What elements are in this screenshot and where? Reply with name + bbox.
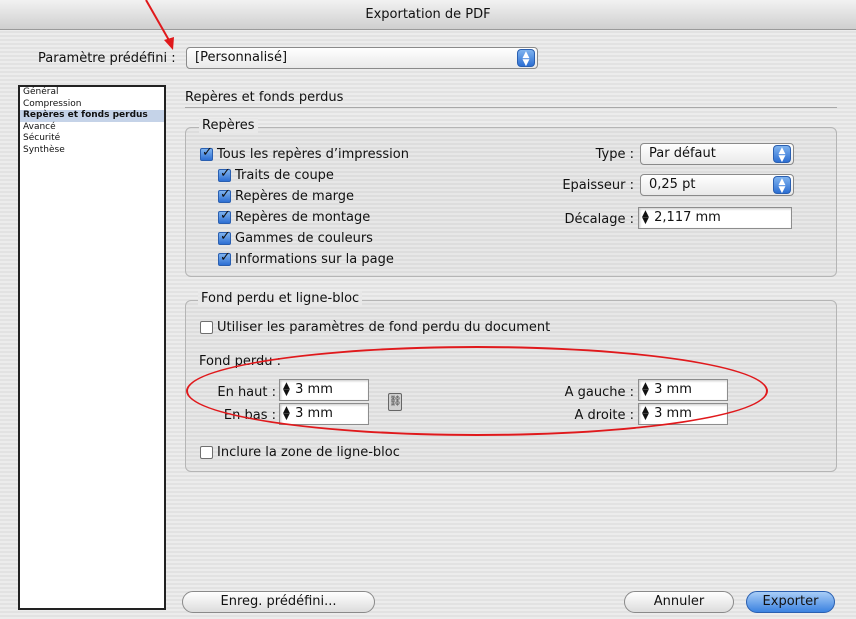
weight-value: 0,25 pt — [649, 177, 696, 192]
export-button[interactable]: Exporter — [746, 591, 835, 613]
bleed-left-value: 3 mm — [654, 382, 692, 397]
page-info-label: Informations sur la page — [235, 252, 394, 267]
stepper-icon[interactable]: ▲ ▼ — [641, 381, 650, 397]
sidebar-item-compression[interactable]: Compression — [20, 99, 164, 111]
bleed-right-field[interactable]: ▲ ▼ 3 mm — [638, 403, 728, 425]
sidebar-item-summary[interactable]: Synthèse — [20, 145, 164, 157]
popup-arrows-icon: ▲ ▼ — [773, 176, 791, 195]
bleed-left-field[interactable]: ▲ ▼ 3 mm — [638, 379, 728, 401]
preset-value: [Personnalisé] — [195, 50, 288, 65]
bleed-right-value: 3 mm — [654, 406, 692, 421]
link-chain-icon[interactable]: ⛓ — [388, 393, 402, 411]
use-doc-bleed-checkbox[interactable]: Utiliser les paramètres de fond perdu du… — [200, 320, 550, 335]
weight-select[interactable]: 0,25 pt ▲ ▼ — [640, 174, 794, 196]
type-value: Par défaut — [649, 146, 716, 161]
checkbox-checked-icon: ✓ — [218, 166, 231, 182]
bleed-bottom-label: En bas : — [223, 408, 276, 423]
checkbox-checked-icon: ✓ — [218, 229, 231, 245]
stepper-icon[interactable]: ▲ ▼ — [641, 405, 650, 421]
bleed-marks-checkbox[interactable]: ✓ Repères de marge — [218, 187, 355, 204]
bleed-top-label: En haut : — [217, 385, 276, 400]
offset-field[interactable]: ▲ ▼ 2,117 mm — [638, 207, 792, 229]
marks-group-title: Repères — [199, 118, 258, 133]
crop-marks-label: Traits de coupe — [235, 168, 334, 183]
section-divider — [185, 107, 837, 108]
cancel-button[interactable]: Annuler — [624, 591, 734, 613]
checkbox-checked-icon: ✓ — [200, 145, 213, 161]
stepper-icon[interactable]: ▲ ▼ — [282, 405, 291, 421]
color-bars-checkbox[interactable]: ✓ Gammes de couleurs — [218, 229, 373, 246]
checkbox-checked-icon: ✓ — [218, 187, 231, 203]
bleed-title: Fond perdu : — [199, 354, 281, 369]
stepper-icon[interactable]: ▲ ▼ — [641, 209, 650, 225]
bleed-top-value: 3 mm — [295, 382, 333, 397]
weight-label: Epaisseur : — [562, 178, 634, 193]
crop-marks-checkbox[interactable]: ✓ Traits de coupe — [218, 166, 334, 183]
sidebar-item-advanced[interactable]: Avancé — [20, 122, 164, 134]
bleed-bottom-field[interactable]: ▲ ▼ 3 mm — [279, 403, 369, 425]
sidebar-item-general[interactable]: Général — [20, 87, 164, 99]
sidebar-item-marks-bleeds[interactable]: Repères et fonds perdus — [20, 110, 164, 122]
include-slug-label: Inclure la zone de ligne-bloc — [217, 445, 400, 460]
checkbox-unchecked-icon — [200, 446, 213, 459]
stepper-icon[interactable]: ▲ ▼ — [282, 381, 291, 397]
preset-label: Paramètre prédéfini : — [38, 51, 176, 66]
bleed-marks-label: Repères de marge — [235, 189, 355, 204]
bleed-top-field[interactable]: ▲ ▼ 3 mm — [279, 379, 369, 401]
use-doc-bleed-label: Utiliser les paramètres de fond perdu du… — [217, 320, 551, 335]
registration-marks-label: Repères de montage — [235, 210, 371, 225]
color-bars-label: Gammes de couleurs — [235, 231, 373, 246]
all-marks-label: Tous les repères d’impression — [217, 147, 409, 162]
all-marks-checkbox[interactable]: ✓ Tous les repères d’impression — [200, 145, 409, 162]
checkbox-checked-icon: ✓ — [218, 208, 231, 224]
bleed-left-label: A gauche : — [564, 385, 634, 400]
offset-label: Décalage : — [564, 212, 634, 227]
category-sidebar: Général Compression Repères et fonds per… — [18, 85, 166, 610]
export-pdf-dialog: Exportation de PDF Paramètre prédéfini :… — [0, 0, 856, 619]
bleed-slug-group-title: Fond perdu et ligne-bloc — [198, 291, 363, 306]
popup-arrows-icon: ▲ ▼ — [773, 145, 791, 164]
bleed-bottom-value: 3 mm — [295, 406, 333, 421]
bleed-right-label: A droite : — [574, 408, 634, 423]
window-title: Exportation de PDF — [0, 0, 856, 30]
registration-marks-checkbox[interactable]: ✓ Repères de montage — [218, 208, 371, 225]
page-info-checkbox[interactable]: ✓ Informations sur la page — [218, 250, 394, 267]
type-label: Type : — [595, 147, 634, 162]
checkbox-unchecked-icon — [200, 321, 213, 334]
annotation-arrow-icon — [145, 0, 174, 50]
popup-arrows-icon: ▲ ▼ — [517, 49, 535, 68]
offset-value: 2,117 mm — [654, 210, 721, 225]
checkbox-checked-icon: ✓ — [218, 250, 231, 266]
sidebar-item-security[interactable]: Sécurité — [20, 133, 164, 145]
save-preset-button[interactable]: Enreg. prédéfini... — [182, 591, 375, 613]
type-select[interactable]: Par défaut ▲ ▼ — [640, 143, 794, 165]
preset-select[interactable]: [Personnalisé] ▲ ▼ — [186, 47, 538, 69]
include-slug-checkbox[interactable]: Inclure la zone de ligne-bloc — [200, 445, 400, 460]
section-title: Repères et fonds perdus — [185, 90, 344, 105]
